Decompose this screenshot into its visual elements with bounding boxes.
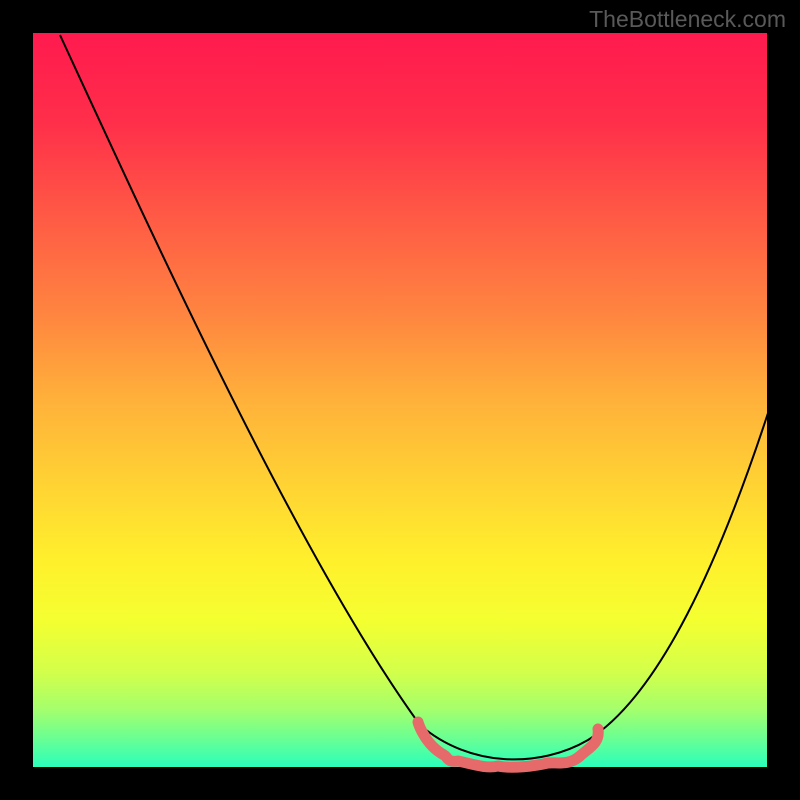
watermark-text: TheBottleneck.com [589,6,786,33]
chart-svg [0,0,800,800]
chart-frame: TheBottleneck.com [0,0,800,800]
plot-background [33,33,767,767]
